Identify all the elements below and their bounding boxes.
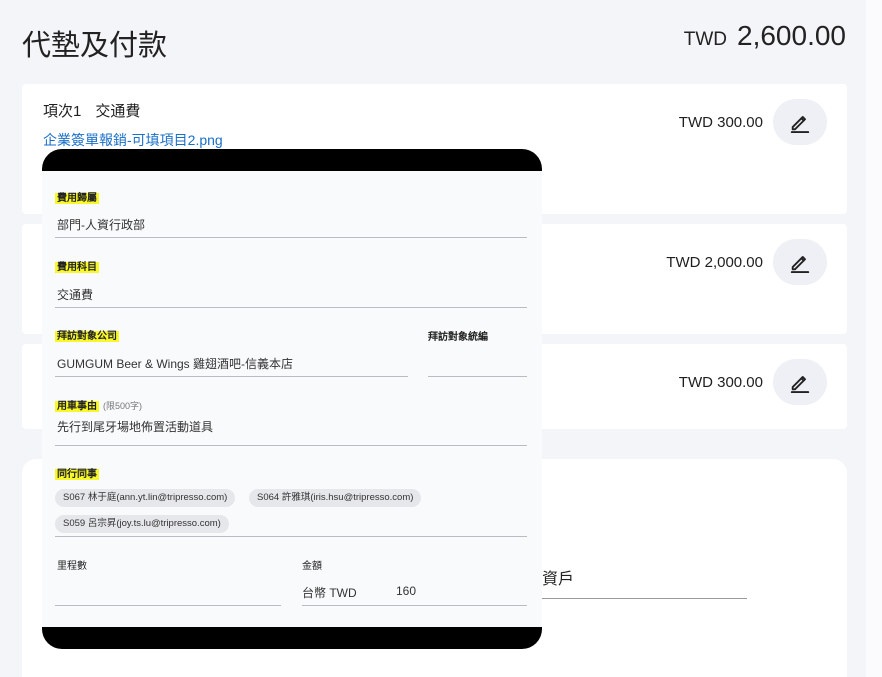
expense-category-value: 交通費	[57, 288, 94, 302]
item-title: 項次1 交通費	[43, 100, 140, 121]
right-strip	[866, 0, 882, 677]
item-amount: TWD 2,000.00	[666, 254, 763, 271]
reason-value: 先行到尾牙場地佈置活動道具	[57, 420, 214, 434]
pencil-icon	[790, 256, 810, 273]
expense-category-label: 費用科目	[55, 262, 99, 273]
edit-button[interactable]	[773, 239, 827, 285]
reason-line	[55, 445, 527, 446]
attachment-link[interactable]: 企業簽單報銷-可填項目2.png	[43, 130, 223, 150]
reason-note: (限500字)	[103, 401, 143, 411]
colleagues-line	[55, 536, 527, 537]
payment-account-field-line[interactable]	[542, 598, 747, 599]
visit-company-label: 拜訪對象公司	[55, 331, 119, 342]
total-amount: TWD 2,600.00	[684, 20, 846, 52]
amount-label: 金額	[302, 561, 322, 572]
reason-label: 用車事由 (限500字)	[55, 401, 143, 412]
colleague-chip: S067 林于庭(ann.yt.lin@tripresso.com)	[55, 489, 236, 507]
total-value: 2,600.00	[737, 20, 846, 51]
visit-taxid-label: 拜訪對象統編	[428, 332, 488, 343]
payment-account-text: 資戶	[542, 571, 575, 588]
colleagues-label: 同行同事	[55, 469, 99, 480]
edit-button[interactable]	[773, 359, 827, 405]
visit-taxid-line	[428, 376, 527, 377]
edit-button[interactable]	[773, 99, 827, 145]
expense-owner-line	[55, 237, 527, 238]
amount-line	[302, 605, 527, 606]
expense-category-line	[55, 307, 527, 308]
item-number: 項次1	[43, 103, 82, 120]
mileage-label: 里程數	[57, 561, 87, 572]
visit-company-line	[55, 376, 408, 377]
colleague-chip: S059 呂宗昇(joy.ts.lu@tripresso.com)	[55, 515, 229, 533]
item-amount: TWD 300.00	[678, 114, 763, 131]
visit-company-value: GUMGUM Beer & Wings 雞翅酒吧-信義本店	[57, 357, 294, 371]
item-amount: TWD 300.00	[678, 374, 763, 391]
total-currency: TWD	[683, 29, 727, 50]
pencil-icon	[790, 116, 810, 133]
item-type: 交通費	[95, 103, 141, 120]
amount-currency: 台幣 TWD	[302, 586, 357, 600]
expense-owner-value: 部門-人資行政部	[57, 218, 145, 232]
attachment-preview: 費用歸屬 部門-人資行政部 費用科目 交通費 拜訪對象公司 GUMGUM Bee…	[42, 149, 542, 649]
attachment-form: 費用歸屬 部門-人資行政部 費用科目 交通費 拜訪對象公司 GUMGUM Bee…	[42, 171, 542, 627]
amount-value: 160	[396, 584, 417, 598]
pencil-icon	[790, 376, 810, 393]
expense-owner-label: 費用歸屬	[55, 193, 99, 204]
mileage-line	[55, 605, 281, 606]
colleague-chip: S064 許雅琪(iris.hsu@tripresso.com)	[249, 489, 422, 507]
page-title: 代墊及付款	[22, 30, 168, 62]
